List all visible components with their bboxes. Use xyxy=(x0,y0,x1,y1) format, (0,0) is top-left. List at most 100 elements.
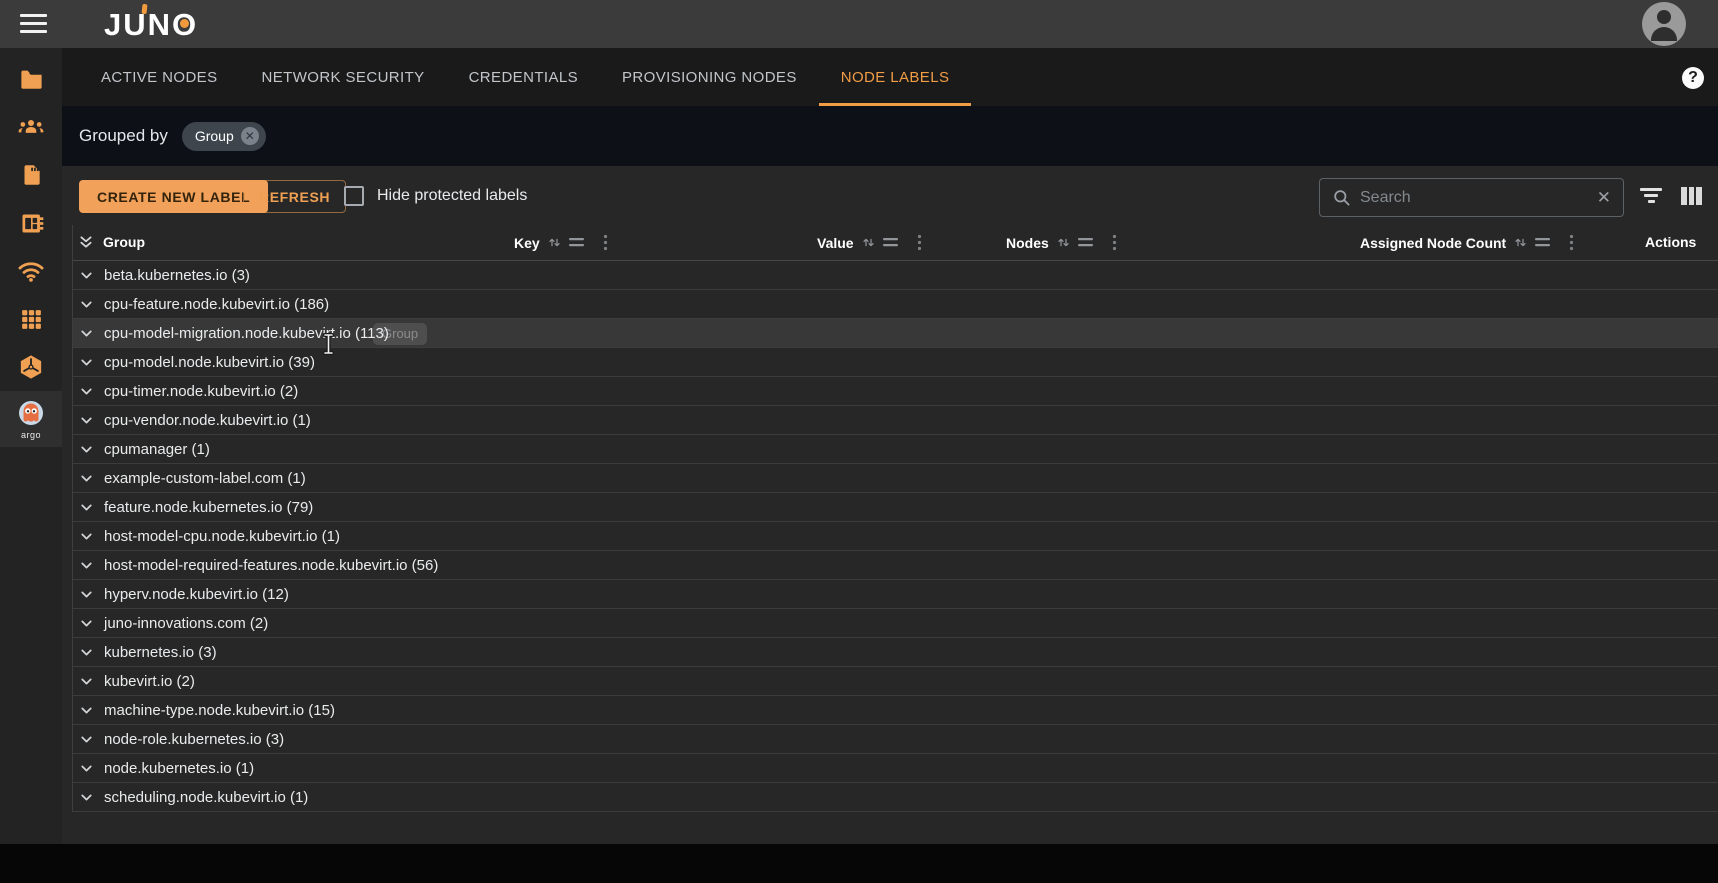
group-column-header[interactable]: Group xyxy=(78,234,145,250)
density-menu-icon[interactable] xyxy=(1535,237,1551,248)
create-new-label-button[interactable]: CREATE NEW LABEL xyxy=(79,180,269,213)
group-row-cpu-model.node.kubevirt.io[interactable]: cpu-model.node.kubevirt.io (39) xyxy=(73,348,1718,377)
sidebar-item-wifi[interactable] xyxy=(0,247,62,295)
chip-remove-icon[interactable]: ✕ xyxy=(240,127,259,145)
group-row-label: host-model-required-features.node.kubevi… xyxy=(104,556,439,574)
group-row-label: beta.kubernetes.io (3) xyxy=(104,266,250,284)
group-row-cpu-feature.node.kubevirt.io[interactable]: cpu-feature.node.kubevirt.io (186) xyxy=(73,290,1718,319)
search-icon xyxy=(1334,190,1350,206)
tab-network-security[interactable]: NETWORK SECURITY xyxy=(240,48,447,106)
sidebar-item-sim-card[interactable] xyxy=(0,151,62,199)
density-menu-icon[interactable] xyxy=(882,237,899,248)
sidebar-item-memory-chip[interactable] xyxy=(0,199,62,247)
main-area: ACTIVE NODES NETWORK SECURITY CREDENTIALS P… xyxy=(62,48,1718,844)
group-row-feature.node.kubernetes.io[interactable]: feature.node.kubernetes.io (79) xyxy=(73,493,1718,522)
tab-credentials[interactable]: CREDENTIALS xyxy=(447,48,600,106)
hide-protected-control: Hide protected labels xyxy=(344,186,527,206)
help-icon[interactable]: ? xyxy=(1682,67,1704,89)
group-row-machine-type.node.kubevirt.io[interactable]: machine-type.node.kubevirt.io (15) xyxy=(73,696,1718,725)
chevron-down-icon xyxy=(81,707,92,713)
group-row-label: host-model-cpu.node.kubevirt.io (1) xyxy=(104,527,340,545)
column-label: Key xyxy=(514,234,540,251)
node-labels-panel: CREATE NEW LABEL REFRESH Hide protected … xyxy=(62,166,1718,844)
sidebar-item-apps-grid[interactable] xyxy=(0,295,62,343)
group-chip: Group ✕ xyxy=(181,121,266,151)
chevron-down-icon xyxy=(81,794,92,800)
group-row-label: machine-type.node.kubevirt.io (15) xyxy=(104,701,335,719)
top-app-bar: JUNO xyxy=(0,0,1718,48)
column-label: Nodes xyxy=(1006,234,1049,251)
sort-icon[interactable] xyxy=(861,235,876,250)
column-header-key: Key xyxy=(514,234,608,251)
tabs-bar: ACTIVE NODES NETWORK SECURITY CREDENTIALS P… xyxy=(62,48,1718,106)
column-label: Value xyxy=(817,234,854,251)
labels-table: Group Key Value Nodes Assigned Node Count Ac… xyxy=(72,225,1718,812)
density-menu-icon[interactable] xyxy=(1077,237,1094,248)
tab-node-labels[interactable]: NODE LABELS xyxy=(819,48,972,106)
sort-icon[interactable] xyxy=(1056,235,1071,250)
group-row-beta.kubernetes.io[interactable]: beta.kubernetes.io (3) xyxy=(73,261,1718,290)
columns-view-icon[interactable] xyxy=(1681,187,1702,205)
package-cube-icon xyxy=(20,355,42,379)
chevron-down-icon xyxy=(81,446,92,452)
kebab-menu-icon[interactable] xyxy=(917,234,922,251)
hamburger-menu-icon[interactable] xyxy=(20,14,47,34)
filter-icon[interactable] xyxy=(1639,188,1663,206)
group-row-label: node-role.kubernetes.io (3) xyxy=(104,730,285,748)
group-row-node-role.kubernetes.io[interactable]: node-role.kubernetes.io (3) xyxy=(73,725,1718,754)
group-chip-label: Group xyxy=(194,128,234,144)
group-row-host-model-required-features.node.kubevirt.io[interactable]: host-model-required-features.node.kubevi… xyxy=(73,551,1718,580)
tab-provisioning-nodes[interactable]: PROVISIONING NODES xyxy=(600,48,819,106)
group-row-label: cpu-model-migration.node.kubevirt.io (11… xyxy=(104,324,389,342)
group-row-node.kubernetes.io[interactable]: node.kubernetes.io (1) xyxy=(73,754,1718,783)
group-row-kubernetes.io[interactable]: kubernetes.io (3) xyxy=(73,638,1718,667)
chevron-down-icon xyxy=(81,417,92,423)
group-row-kubevirt.io[interactable]: kubevirt.io (2) xyxy=(73,667,1718,696)
group-row-host-model-cpu.node.kubevirt.io[interactable]: host-model-cpu.node.kubevirt.io (1) xyxy=(73,522,1718,551)
group-row-cpu-timer.node.kubevirt.io[interactable]: cpu-timer.node.kubevirt.io (2) xyxy=(73,377,1718,406)
memory-chip-icon xyxy=(22,214,43,232)
sim-card-icon xyxy=(24,165,40,185)
sidebar-item-argo[interactable]: argo xyxy=(0,391,62,447)
group-row-label: kubernetes.io (3) xyxy=(104,643,217,661)
group-row-label: cpu-feature.node.kubevirt.io (186) xyxy=(104,295,330,313)
tab-active-nodes[interactable]: ACTIVE NODES xyxy=(79,48,240,106)
group-row-juno-innovations.com[interactable]: juno-innovations.com (2) xyxy=(73,609,1718,638)
sidebar-item-package-cube[interactable] xyxy=(0,343,62,391)
group-row-label: juno-innovations.com (2) xyxy=(104,614,269,632)
grouped-by-label: Grouped by xyxy=(79,126,168,145)
kebab-menu-icon[interactable] xyxy=(1112,234,1117,251)
hide-protected-label: Hide protected labels xyxy=(377,187,528,204)
density-menu-icon[interactable] xyxy=(568,237,585,248)
group-row-label: node.kubernetes.io (1) xyxy=(104,759,255,777)
refresh-button[interactable]: REFRESH xyxy=(243,180,347,213)
group-row-hyperv.node.kubevirt.io[interactable]: hyperv.node.kubevirt.io (12) xyxy=(73,580,1718,609)
search-input[interactable] xyxy=(1360,188,1588,207)
sidebar-item-groups[interactable] xyxy=(0,103,62,151)
group-row-label: cpu-vendor.node.kubevirt.io (1) xyxy=(104,411,311,429)
sort-icon[interactable] xyxy=(547,235,562,250)
column-header-nodes: Nodes xyxy=(1006,234,1117,251)
sort-icon[interactable] xyxy=(1513,235,1528,250)
chevron-down-icon xyxy=(81,301,92,307)
hide-protected-checkbox[interactable] xyxy=(344,186,364,206)
apps-grid-icon xyxy=(21,309,41,329)
chevron-down-icon xyxy=(81,475,92,481)
group-row-label: example-custom-label.com (1) xyxy=(104,469,306,487)
group-row-cpu-model-migration.node.kubevirt.io[interactable]: Group cpu-model-migration.node.kubevirt.i… xyxy=(73,319,1718,355)
argo-label: argo xyxy=(20,429,41,440)
group-row-scheduling.node.kubevirt.io[interactable]: scheduling.node.kubevirt.io (1) xyxy=(73,783,1718,812)
search-clear-icon[interactable]: ✕ xyxy=(1597,189,1611,206)
group-row-cpu-vendor.node.kubevirt.io[interactable]: cpu-vendor.node.kubevirt.io (1) xyxy=(73,406,1718,435)
sidebar-item-folder[interactable] xyxy=(0,55,62,103)
group-row-example-custom-label.com[interactable]: example-custom-label.com (1) xyxy=(73,464,1718,493)
chevron-down-icon xyxy=(81,562,92,568)
group-row-label: cpu-timer.node.kubevirt.io (2) xyxy=(104,382,299,400)
group-row-cpumanager[interactable]: cpumanager (1) xyxy=(73,435,1718,464)
kebab-menu-icon[interactable] xyxy=(1569,234,1574,251)
user-avatar[interactable] xyxy=(1642,2,1686,46)
chevron-down-icon xyxy=(81,533,92,539)
logo-dot-accent xyxy=(180,19,189,28)
kebab-menu-icon[interactable] xyxy=(603,234,608,251)
chevron-down-icon xyxy=(81,736,92,742)
